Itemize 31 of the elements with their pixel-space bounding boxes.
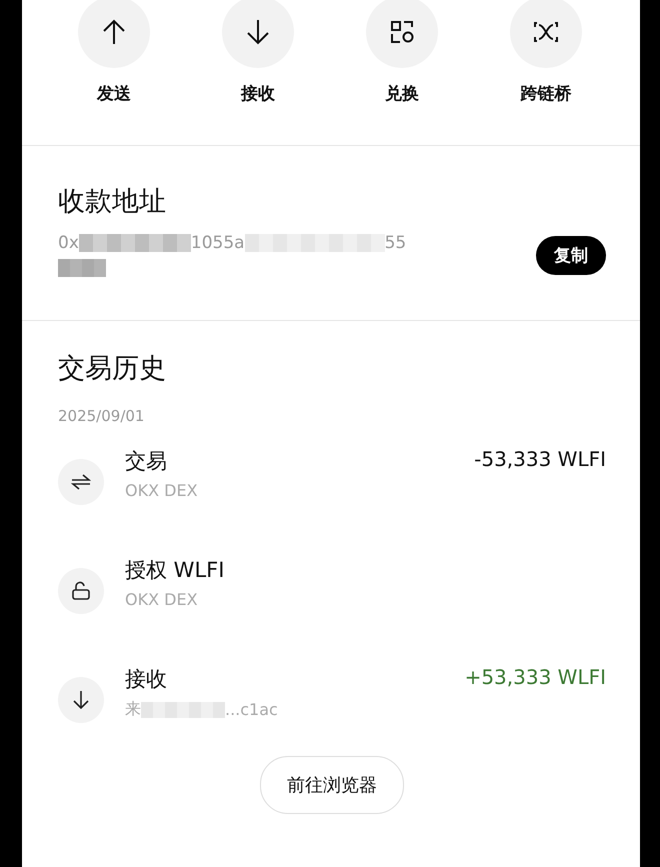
section-title: 交易历史 <box>58 352 167 386</box>
date-label: 2025/09/01 <box>58 407 146 425</box>
transaction-source: ...c1ac <box>225 700 278 719</box>
address-text: 0x <box>58 233 79 253</box>
unlock-icon <box>71 581 91 601</box>
transaction-amount: -53,333 WLFI <box>474 447 606 471</box>
action-label: 发送 <box>97 83 131 105</box>
transaction-source: OKX DEX <box>125 590 198 609</box>
copy-button[interactable]: 复制 <box>536 236 606 274</box>
transaction-amount: +53,333 WLFI <box>464 665 606 689</box>
transaction-item[interactable]: 交易 OKX DEX -53,333 WLFI <box>58 447 606 556</box>
section-title: 收款地址 <box>58 185 167 219</box>
action-label: 接收 <box>241 83 275 105</box>
explorer-button[interactable]: 前往浏览器 <box>260 756 404 814</box>
swap-arrows-icon <box>71 474 91 490</box>
down-arrow-icon <box>246 19 270 45</box>
transaction-source: 来 <box>125 699 141 720</box>
transaction-title: 交易 <box>125 448 168 475</box>
up-arrow-icon <box>102 19 126 45</box>
bridge-icon <box>533 21 559 43</box>
swap-icon <box>390 20 414 44</box>
transaction-item[interactable]: 授权 WLFI OKX DEX <box>58 556 606 665</box>
address-text: 55 <box>384 233 406 253</box>
transaction-title: 授权 WLFI <box>125 557 226 584</box>
action-label: 兑换 <box>385 83 419 105</box>
down-arrow-icon <box>72 690 90 710</box>
redaction-mosaic <box>58 259 106 277</box>
action-label: 跨链桥 <box>520 83 572 105</box>
address-text: 1055a <box>190 233 245 253</box>
transaction-source: OKX DEX <box>125 481 198 500</box>
transaction-title: 接收 <box>125 666 168 693</box>
